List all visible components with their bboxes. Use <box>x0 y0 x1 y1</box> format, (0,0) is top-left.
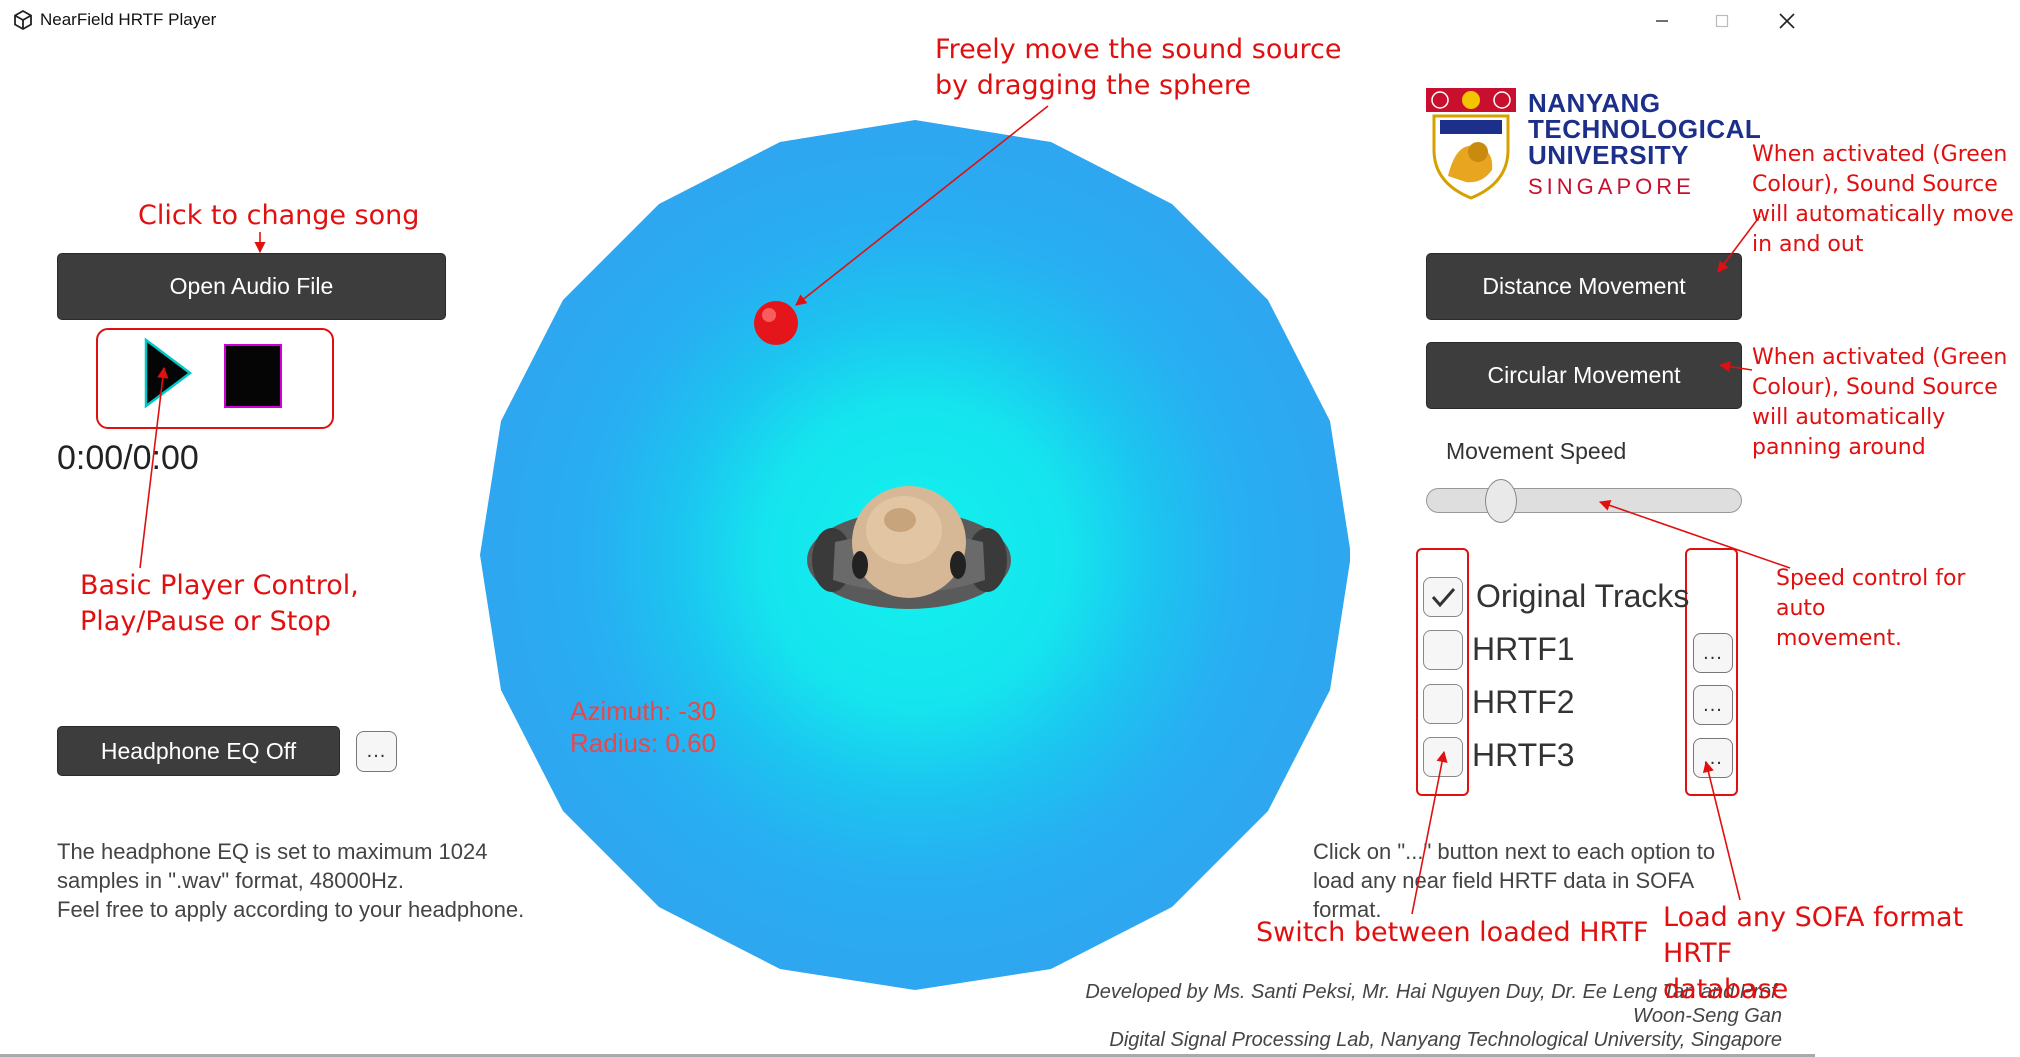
close-icon <box>1779 13 1795 29</box>
hrtf2-checkbox[interactable] <box>1423 684 1463 724</box>
headphone-eq-button[interactable]: Headphone EQ Off <box>57 726 340 776</box>
annotation-speed-line2: movement. <box>1776 626 1902 651</box>
annotation-player-control-line1: Basic Player Control, <box>80 570 359 601</box>
playback-time: 0:00/0:00 <box>57 439 199 477</box>
annotation-switch-hrtf: Switch between loaded HRTF <box>1256 917 1649 948</box>
movement-speed-label: Movement Speed <box>1446 438 1627 464</box>
annotation-speed-line1: Speed control for auto <box>1776 566 1966 621</box>
circular-movement-button[interactable]: Circular Movement <box>1426 342 1742 409</box>
headphone-eq-more-button[interactable]: ... <box>356 731 397 772</box>
headphone-eq-note: The headphone EQ is set to maximum 1024 … <box>57 837 524 924</box>
annotation-distance-line3: will automatically move <box>1752 202 2014 227</box>
annotation-distance-line1: When activated (Green <box>1752 142 2008 167</box>
ntu-line3: UNIVERSITY <box>1528 140 1690 170</box>
annotation-move-source: Freely move the sound source by dragging… <box>935 32 1341 104</box>
sound-field-area[interactable] <box>480 120 1350 1000</box>
movement-speed-slider[interactable] <box>1426 488 1742 513</box>
play-icon[interactable] <box>140 336 196 410</box>
maximize-button[interactable] <box>1692 0 1752 42</box>
open-audio-file-button[interactable]: Open Audio File <box>57 253 446 320</box>
ntu-line4: SINGAPORE <box>1528 174 1695 199</box>
hrtf2-label: HRTF2 <box>1472 684 1575 720</box>
hrtf2-load-button[interactable]: ... <box>1693 685 1733 725</box>
annotation-distance-line4: in and out <box>1752 232 1864 257</box>
hrtf1-load-button[interactable]: ... <box>1693 633 1733 673</box>
eq-note-line3: Feel free to apply according to your hea… <box>57 897 525 922</box>
window-title: NearField HRTF Player <box>40 10 217 29</box>
annotation-move-source-line1: Freely move the sound source <box>935 34 1342 65</box>
ntu-wordmark: NANYANG TECHNOLOGICAL UNIVERSITY SINGAPO… <box>1528 90 1761 200</box>
hrtf1-label: HRTF1 <box>1472 631 1575 667</box>
source-position-readout: Azimuth: -30 Radius: 0.60 <box>570 695 716 759</box>
annotation-speed-control: Speed control for auto movement. <box>1776 564 2020 654</box>
hrtf1-checkbox[interactable] <box>1423 630 1463 670</box>
annotation-player-control: Basic Player Control, Play/Pause or Stop <box>80 568 359 640</box>
annotation-load-sofa-line2: database <box>1663 974 1789 1005</box>
eq-note-line2: samples in ".wav" format, 48000Hz. <box>57 868 404 893</box>
annotation-load-sofa: Load any SOFA format HRTF database <box>1663 900 2020 1008</box>
original-tracks-checkbox[interactable] <box>1423 577 1463 617</box>
annotation-circular-line1: When activated (Green <box>1752 345 2008 370</box>
ntu-line2: TECHNOLOGICAL <box>1528 114 1762 144</box>
close-button[interactable] <box>1757 0 1817 42</box>
hrtf3-load-button[interactable]: ... <box>1693 738 1733 778</box>
checkmark-icon <box>1431 588 1456 608</box>
movement-speed-slider-handle[interactable] <box>1485 479 1517 523</box>
maximize-icon <box>1715 14 1729 28</box>
sofa-note: Click on "..." button next to each optio… <box>1313 837 1715 924</box>
annotation-circular-movement: When activated (Green Colour), Sound Sou… <box>1752 343 2007 463</box>
sofa-note-line1: Click on "..." button next to each optio… <box>1313 839 1716 864</box>
sound-source-sphere[interactable] <box>754 301 798 345</box>
sofa-note-line2: load any near field HRTF data in SOFA <box>1313 868 1695 893</box>
annotation-circular-line2: Colour), Sound Source <box>1752 375 1998 400</box>
player-controls-highlight <box>96 328 334 429</box>
ntu-crest-logo <box>1426 88 1516 200</box>
annotation-change-song: Click to change song <box>138 200 420 231</box>
azimuth-readout: Azimuth: -30 <box>570 696 716 726</box>
original-tracks-label: Original Tracks <box>1476 578 1690 614</box>
distance-movement-button[interactable]: Distance Movement <box>1426 253 1742 320</box>
annotation-distance-line2: Colour), Sound Source <box>1752 172 1998 197</box>
annotation-distance-movement: When activated (Green Colour), Sound Sou… <box>1752 140 2014 260</box>
minimize-icon <box>1656 20 1668 22</box>
credits-line3: Digital Signal Processing Lab, Nanyang T… <box>1109 1029 1782 1051</box>
hrtf3-checkbox[interactable] <box>1423 737 1463 777</box>
stop-icon[interactable] <box>222 342 284 410</box>
annotation-circular-line4: panning around <box>1752 435 1926 460</box>
radius-readout: Radius: 0.60 <box>570 728 716 758</box>
hrtf3-label: HRTF3 <box>1472 737 1575 773</box>
annotation-circular-line3: will automatically <box>1752 405 1946 430</box>
annotation-move-source-line2: by dragging the sphere <box>935 70 1252 101</box>
annotation-load-sofa-line1: Load any SOFA format HRTF <box>1663 902 1964 969</box>
minimize-button[interactable] <box>1632 0 1692 42</box>
unity-app-icon <box>14 9 32 31</box>
eq-note-line1: The headphone EQ is set to maximum 1024 <box>57 839 488 864</box>
annotation-player-control-line2: Play/Pause or Stop <box>80 606 331 637</box>
ntu-line1: NANYANG <box>1528 88 1661 118</box>
